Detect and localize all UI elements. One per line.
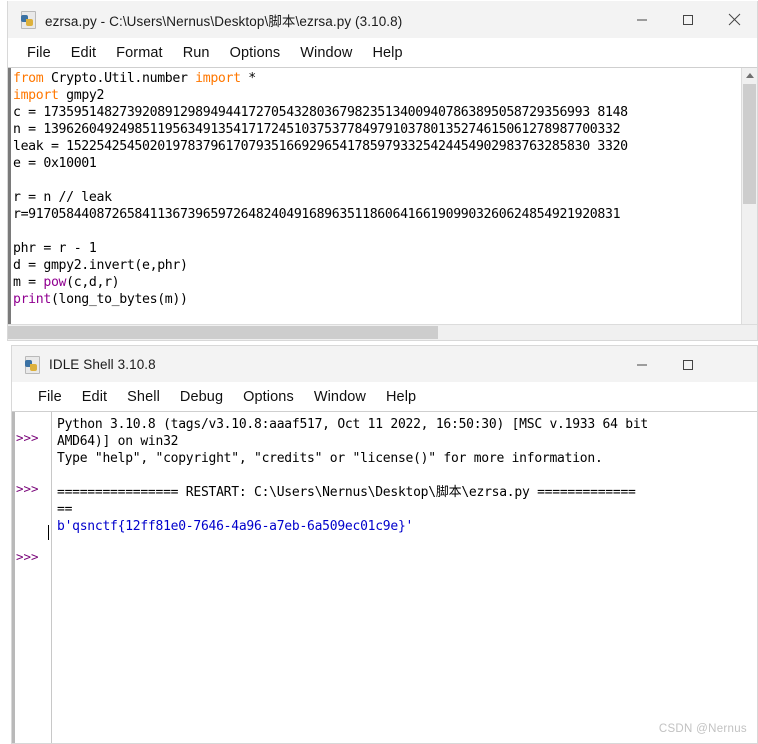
shell-caption-buttons xyxy=(619,346,757,383)
editor-titlebar[interactable]: ezrsa.py - C:\Users\Nernus\Desktop\脚本\ez… xyxy=(8,1,757,38)
shell-window: IDLE Shell 3.10.8 File Edit Shell Debug … xyxy=(11,345,758,744)
editor-horizontal-scrollbar[interactable] xyxy=(8,324,757,340)
close-button[interactable] xyxy=(711,1,757,38)
maximize-icon xyxy=(683,359,693,370)
shell-output-text[interactable]: Python 3.10.8 (tags/v3.10.8:aaaf517, Oct… xyxy=(57,416,755,535)
screen: ezrsa.py - C:\Users\Nernus\Desktop\脚本\ez… xyxy=(0,0,758,744)
editor-caption-buttons xyxy=(619,1,757,38)
maximize-icon xyxy=(683,14,693,25)
shell-titlebar[interactable]: IDLE Shell 3.10.8 xyxy=(12,346,757,382)
shell-prompt-column: >>> >>> >>> xyxy=(16,429,39,564)
code-editor-area[interactable]: from Crypto.Util.number import * import … xyxy=(8,67,757,340)
watermark: CSDN @Nernus xyxy=(658,723,747,735)
python-file-icon xyxy=(23,355,40,374)
editor-menubar: File Edit Format Run Options Window Help xyxy=(8,38,757,67)
shell-menu-edit[interactable]: Edit xyxy=(72,387,117,407)
shell-title: IDLE Shell 3.10.8 xyxy=(49,356,156,372)
shell-menu-options[interactable]: Options xyxy=(233,387,304,407)
shell-menu-shell[interactable]: Shell xyxy=(117,387,170,407)
scroll-up-arrow-icon[interactable] xyxy=(742,68,757,83)
menu-run[interactable]: Run xyxy=(173,43,220,63)
shell-caption-spacer xyxy=(711,346,757,383)
shell-menu-debug[interactable]: Debug xyxy=(170,387,233,407)
menu-help[interactable]: Help xyxy=(362,43,412,63)
editor-hscroll-thumb[interactable] xyxy=(8,326,438,339)
menu-window[interactable]: Window xyxy=(290,43,362,63)
shell-output-area[interactable]: >>> >>> >>> Python 3.10.8 (tags/v3.10.8:… xyxy=(12,411,757,743)
minimize-icon xyxy=(637,364,647,365)
menu-format[interactable]: Format xyxy=(106,43,173,63)
shell-menu-file[interactable]: File xyxy=(28,387,72,407)
shell-left-margin xyxy=(12,412,15,743)
text-cursor xyxy=(48,525,49,540)
menu-options[interactable]: Options xyxy=(220,43,291,63)
minimize-button[interactable] xyxy=(619,1,665,38)
minimize-icon xyxy=(637,19,647,20)
editor-vscroll-thumb[interactable] xyxy=(743,84,756,204)
shell-maximize-button[interactable] xyxy=(665,346,711,383)
source-code-text[interactable]: from Crypto.Util.number import * import … xyxy=(13,70,741,308)
shell-menubar: File Edit Shell Debug Options Window Hel… xyxy=(12,382,757,411)
python-file-icon xyxy=(19,11,36,29)
editor-window: ezrsa.py - C:\Users\Nernus\Desktop\脚本\ez… xyxy=(7,1,758,341)
shell-menu-window[interactable]: Window xyxy=(304,387,376,407)
shell-menu-help[interactable]: Help xyxy=(376,387,426,407)
shell-minimize-button[interactable] xyxy=(619,346,665,383)
shell-prompt-separator xyxy=(51,412,52,743)
editor-vertical-scrollbar[interactable] xyxy=(741,68,757,340)
close-icon xyxy=(728,13,740,26)
maximize-button[interactable] xyxy=(665,1,711,38)
editor-title: ezrsa.py - C:\Users\Nernus\Desktop\脚本\ez… xyxy=(45,13,403,29)
menu-file[interactable]: File xyxy=(17,43,61,63)
menu-edit[interactable]: Edit xyxy=(61,43,106,63)
editor-left-margin xyxy=(8,68,11,340)
